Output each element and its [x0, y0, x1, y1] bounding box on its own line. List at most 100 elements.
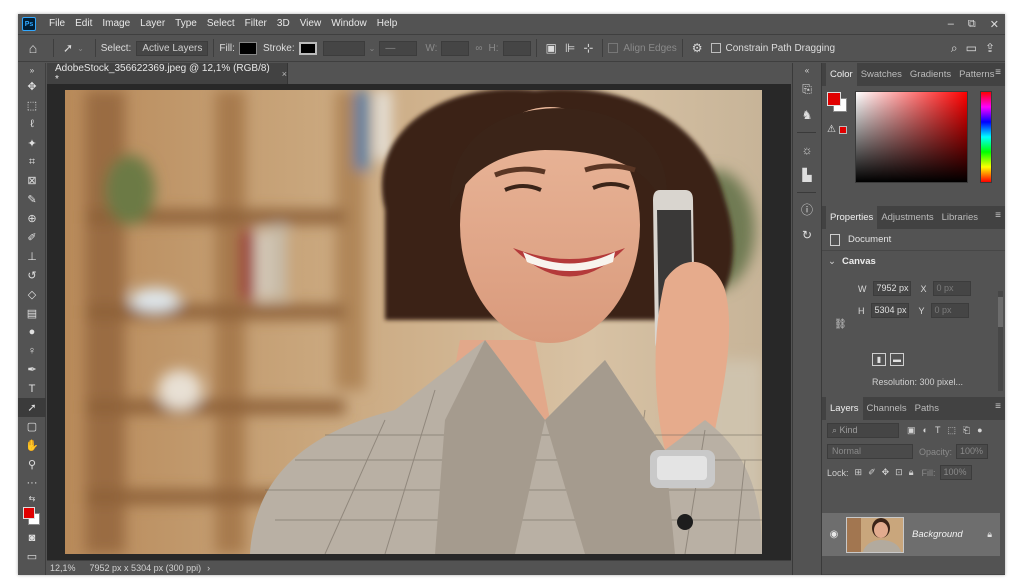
- chevron-down-icon[interactable]: ⌄: [828, 256, 836, 267]
- swap-colors-icon[interactable]: ⇆: [18, 493, 46, 505]
- lock-transparent-icon[interactable]: ⊞: [855, 467, 863, 478]
- menu-3d[interactable]: 3D: [272, 14, 295, 34]
- workspace-icon[interactable]: ▭: [962, 41, 981, 55]
- menu-edit[interactable]: Edit: [70, 14, 97, 34]
- pixel-filter-icon[interactable]: ▣: [907, 425, 916, 436]
- path-selection-tool-icon[interactable]: ➚: [18, 398, 46, 418]
- blend-mode-dropdown[interactable]: Normal: [827, 444, 913, 459]
- foreground-color-swatch[interactable]: [827, 92, 841, 106]
- hand-tool-icon[interactable]: ✋: [18, 436, 46, 455]
- close-tab-icon[interactable]: ×: [282, 69, 287, 79]
- move-tool-icon[interactable]: ✥: [18, 77, 46, 96]
- panel-menu-icon[interactable]: ≡: [995, 210, 1001, 221]
- transform-icon[interactable]: ↻: [793, 222, 821, 247]
- document-tab[interactable]: AdobeStock_356622369.jpeg @ 12,1% (RGB/8…: [47, 63, 288, 85]
- align-edges-checkbox[interactable]: [608, 43, 619, 53]
- chevron-down-icon[interactable]: ⌄: [77, 44, 84, 53]
- width-field[interactable]: [441, 40, 470, 56]
- zoom-level[interactable]: 12,1%: [50, 563, 76, 573]
- scrollbar-thumb[interactable]: [998, 297, 1003, 327]
- menu-file[interactable]: File: [44, 14, 70, 34]
- type-filter-icon[interactable]: T: [935, 425, 941, 436]
- menu-image[interactable]: Image: [97, 14, 135, 34]
- lock-icon[interactable]: 🔒︎: [987, 529, 992, 540]
- brush-tool-icon[interactable]: ✐: [18, 228, 46, 247]
- link-dimensions-icon[interactable]: ⛓: [834, 319, 847, 330]
- history-panel-icon[interactable]: ⎘: [793, 77, 821, 102]
- light-source-icon[interactable]: ☼: [793, 137, 821, 162]
- tab-paths[interactable]: Paths: [911, 397, 943, 420]
- document-photo[interactable]: [65, 90, 762, 554]
- adjustment-filter-icon[interactable]: ◐: [923, 425, 928, 436]
- share-icon[interactable]: ⇪: [981, 41, 999, 55]
- fill-swatch[interactable]: [238, 41, 257, 55]
- layer-name[interactable]: Background: [912, 529, 987, 540]
- tab-color[interactable]: Color: [826, 63, 857, 86]
- shape-tool-icon[interactable]: ▢: [18, 417, 46, 436]
- properties-scrollbar[interactable]: [998, 291, 1003, 391]
- path-operations-icon[interactable]: ▣: [542, 41, 561, 55]
- marquee-tool-icon[interactable]: ⬚: [18, 96, 46, 115]
- close-button[interactable]: ✕: [990, 18, 999, 31]
- tab-patterns[interactable]: Patterns: [955, 63, 998, 86]
- stroke-type-dropdown[interactable]: —: [379, 40, 418, 56]
- path-alignment-icon[interactable]: ⊫: [561, 41, 579, 55]
- home-icon[interactable]: ⌂: [18, 40, 48, 56]
- frame-tool-icon[interactable]: ⊠: [18, 171, 46, 190]
- canvas-width-field[interactable]: 7952 px: [872, 281, 911, 296]
- lock-artboard-icon[interactable]: ⊡: [895, 467, 903, 478]
- search-icon[interactable]: ⌕: [947, 41, 962, 56]
- tab-swatches[interactable]: Swatches: [857, 63, 906, 86]
- crop-tool-icon[interactable]: ⌗: [18, 153, 46, 172]
- gamut-color-swatch[interactable]: [839, 126, 847, 134]
- blur-tool-icon[interactable]: ●: [18, 323, 46, 342]
- collapse-arrows-icon[interactable]: »: [18, 63, 46, 77]
- select-dropdown[interactable]: Active Layers: [136, 40, 209, 56]
- path-select-tool-icon[interactable]: ➚: [59, 41, 77, 55]
- eyedropper-tool-icon[interactable]: ✎: [18, 190, 46, 209]
- eraser-tool-icon[interactable]: ◇: [18, 285, 46, 304]
- tab-properties[interactable]: Properties: [826, 206, 878, 229]
- landscape-orientation-icon[interactable]: ▬: [890, 353, 904, 366]
- menu-view[interactable]: View: [295, 14, 327, 34]
- hue-slider[interactable]: [980, 91, 992, 183]
- portrait-orientation-icon[interactable]: ▮: [872, 353, 886, 366]
- link-icon[interactable]: ∞: [475, 43, 482, 54]
- out-of-gamut-warning-icon[interactable]: ⚠: [827, 124, 836, 135]
- zoom-tool-icon[interactable]: ⚲: [18, 455, 46, 474]
- lock-position-icon[interactable]: ✥: [882, 467, 890, 478]
- tab-channels[interactable]: Channels: [863, 397, 911, 420]
- lasso-tool-icon[interactable]: ℓ: [18, 115, 46, 134]
- foreground-color-swatch[interactable]: [23, 506, 35, 519]
- collapse-arrows-icon[interactable]: «: [793, 63, 821, 77]
- histogram-icon[interactable]: ▙: [793, 162, 821, 187]
- canvas-x-field[interactable]: 0 px: [932, 281, 971, 296]
- lock-all-icon[interactable]: 🔒︎: [909, 467, 914, 478]
- tab-adjustments[interactable]: Adjustments: [877, 206, 937, 229]
- history-brush-tool-icon[interactable]: ↺: [18, 266, 46, 285]
- menu-window[interactable]: Window: [326, 14, 372, 34]
- panel-menu-icon[interactable]: ≡: [995, 401, 1001, 412]
- canvas-y-field[interactable]: 0 px: [930, 303, 969, 318]
- canvas-area[interactable]: [47, 84, 791, 560]
- canvas-height-field[interactable]: 5304 px: [870, 303, 909, 318]
- menu-help[interactable]: Help: [372, 14, 403, 34]
- filter-toggle-icon[interactable]: ●: [977, 425, 982, 436]
- clone-stamp-tool-icon[interactable]: ⊥: [18, 247, 46, 266]
- info-icon[interactable]: ⓘ: [793, 197, 821, 222]
- lock-image-icon[interactable]: ✐: [868, 467, 876, 478]
- layer-row[interactable]: ◉ Background 🔒︎: [822, 513, 1000, 556]
- kind-filter-dropdown[interactable]: ⌕ Kind: [827, 423, 899, 438]
- gradient-tool-icon[interactable]: ▤: [18, 304, 46, 323]
- healing-brush-tool-icon[interactable]: ⊕: [18, 209, 46, 228]
- stroke-swatch[interactable]: [298, 41, 317, 55]
- constrain-path-checkbox[interactable]: [710, 43, 721, 53]
- more-tools-icon[interactable]: ···: [18, 474, 46, 493]
- magic-wand-tool-icon[interactable]: ✦: [18, 134, 46, 153]
- chevron-down-icon[interactable]: ⌄: [369, 44, 376, 53]
- panel-menu-icon[interactable]: ≡: [995, 67, 1001, 78]
- gear-icon[interactable]: ⚙: [688, 41, 707, 55]
- fill-field[interactable]: 100%: [939, 465, 972, 480]
- stroke-width-field[interactable]: [322, 40, 365, 56]
- type-tool-icon[interactable]: T: [18, 379, 46, 398]
